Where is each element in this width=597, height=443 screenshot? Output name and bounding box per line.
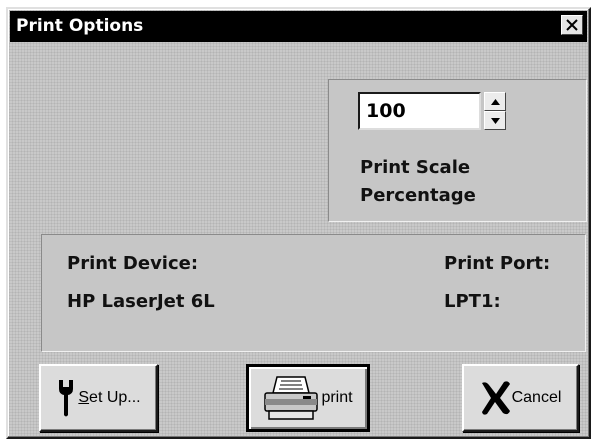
printer-icon [264, 376, 319, 420]
print-label: print [321, 389, 353, 406]
print-port-label: Print Port: [444, 253, 551, 274]
print-options-dialog: Print Options 100 Print Scale Percentage [6, 7, 591, 439]
print-button[interactable]: print [246, 364, 370, 432]
print-scale-label-line2: Percentage [360, 185, 476, 206]
scale-panel: 100 Print Scale Percentage [328, 79, 587, 222]
cancel-button[interactable]: Cancel [462, 364, 579, 432]
close-icon [566, 19, 578, 31]
wrench-icon [59, 380, 74, 417]
device-panel: Print Device: HP LaserJet 6L Print Port:… [41, 234, 586, 352]
arrow-down-icon [490, 117, 500, 124]
arrow-up-icon [490, 98, 500, 105]
spin-up-button[interactable] [484, 92, 506, 111]
window-title: Print Options [16, 16, 144, 36]
close-button[interactable] [561, 15, 583, 35]
x-mark-icon [481, 381, 510, 415]
setup-button[interactable]: Set Up... [39, 364, 158, 432]
title-bar[interactable]: Print Options [10, 11, 587, 42]
print-scale-label: Print Scale Percentage [360, 154, 476, 210]
setup-mnemonic: S [78, 389, 90, 406]
print-device-label: Print Device: [67, 253, 199, 274]
print-scale-input[interactable]: 100 [358, 92, 481, 130]
cancel-label: Cancel [511, 389, 562, 406]
print-port-value: LPT1: [444, 291, 501, 312]
print-scale-label-line1: Print Scale [360, 157, 471, 178]
spin-down-button[interactable] [484, 111, 506, 130]
setup-label: et Up... [89, 389, 141, 406]
print-device-value: HP LaserJet 6L [67, 291, 215, 312]
print-scale-spinner [484, 92, 506, 130]
